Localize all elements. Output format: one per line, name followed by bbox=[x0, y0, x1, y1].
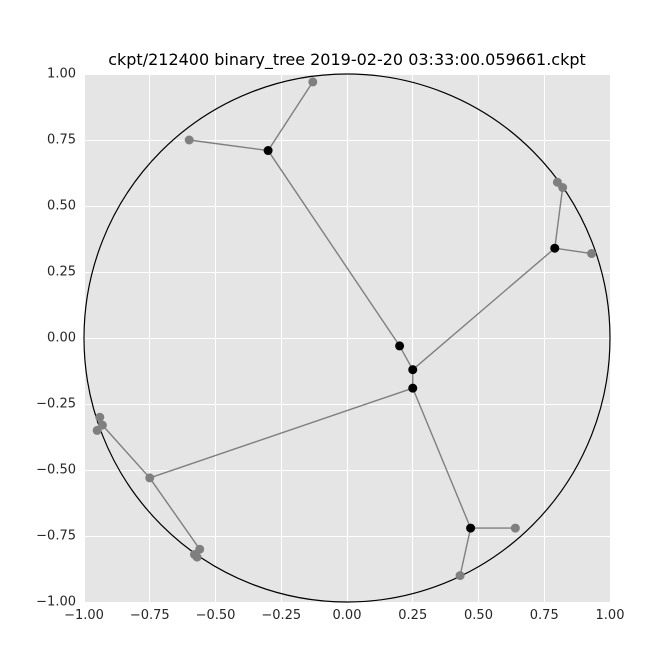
tree-node bbox=[408, 365, 417, 374]
tree-edge bbox=[150, 478, 200, 549]
y-tick-label: 0.75 bbox=[47, 133, 76, 148]
tree-node bbox=[193, 553, 202, 562]
x-tick-label: −0.50 bbox=[196, 608, 236, 623]
tree-edge bbox=[268, 151, 400, 346]
x-tick-label: −0.75 bbox=[130, 608, 170, 623]
tree-node bbox=[408, 384, 417, 393]
tree-node bbox=[466, 524, 475, 533]
y-tick-label: −1.00 bbox=[36, 595, 76, 610]
tree-node bbox=[587, 249, 596, 258]
y-tick-label: 0.50 bbox=[47, 199, 76, 214]
x-tick-label: 0.00 bbox=[333, 608, 362, 623]
tree-node bbox=[145, 473, 154, 482]
tree-edge bbox=[413, 248, 555, 369]
tree-edge bbox=[555, 248, 592, 253]
tree-node bbox=[264, 146, 273, 155]
tree-node bbox=[308, 77, 317, 86]
x-tick-label: −0.25 bbox=[261, 608, 301, 623]
figure: −1.00 −0.75 −0.50 −0.25 0.00 0.25 0.50 0.75 1.00… bbox=[0, 0, 672, 672]
tree-node bbox=[93, 426, 102, 435]
plot-area bbox=[0, 0, 672, 672]
tree-edge bbox=[150, 388, 413, 478]
tree-node bbox=[185, 136, 194, 145]
chart-title: ckpt/212400 binary_tree 2019-02-20 03:33… bbox=[108, 50, 586, 69]
y-tick-label: −0.50 bbox=[36, 463, 76, 478]
tree-node bbox=[395, 341, 404, 350]
tree-edge bbox=[413, 388, 471, 528]
x-tick-label: 0.75 bbox=[530, 608, 559, 623]
y-tick-label: 1.00 bbox=[47, 67, 76, 82]
x-tick-label: 1.00 bbox=[596, 608, 625, 623]
tree-node bbox=[553, 178, 562, 187]
tree-node bbox=[511, 524, 520, 533]
tree-edge bbox=[460, 528, 471, 576]
tree-node bbox=[95, 413, 104, 422]
y-tick-label: 0.25 bbox=[47, 265, 76, 280]
x-tick-label: 0.25 bbox=[398, 608, 427, 623]
x-tick-label: −1.00 bbox=[64, 608, 104, 623]
x-tick-label: 0.50 bbox=[464, 608, 493, 623]
tree-edge bbox=[268, 82, 313, 151]
unit-circle bbox=[84, 74, 610, 602]
y-tick-label: 0.00 bbox=[47, 331, 76, 346]
tree-edge bbox=[189, 140, 268, 151]
y-tick-label: −0.25 bbox=[36, 397, 76, 412]
tree-edge bbox=[555, 188, 563, 249]
y-tick-label: −0.75 bbox=[36, 529, 76, 544]
tree-node bbox=[456, 571, 465, 580]
tree-node bbox=[550, 244, 559, 253]
